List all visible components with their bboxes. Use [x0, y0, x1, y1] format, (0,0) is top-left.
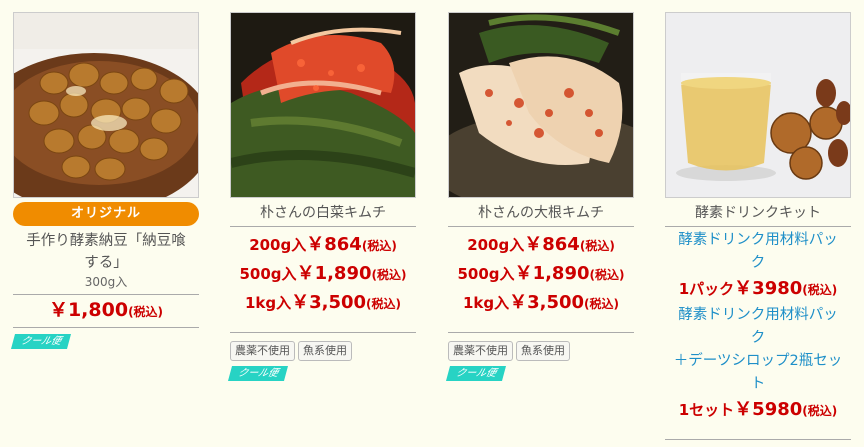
price-line-1set: 1セット￥5980(税込): [678, 399, 838, 420]
product-card-radish-kimchi: 朴さんの大根キムチ 200g入￥864(税込) 500g入￥1,890(税込) …: [445, 12, 634, 381]
tag-list: 農薬不使用 魚系使用: [448, 339, 634, 361]
option-link-material-pack[interactable]: 酵素ドリンク用材料パッ ク: [665, 227, 851, 275]
cool-delivery-badge: クール便: [10, 334, 72, 349]
divider: [13, 327, 199, 328]
price-line-1kg: 1kg入￥3,500(税込): [244, 292, 402, 313]
option-link-material-pack-with-dates[interactable]: 酵素ドリンク用材料パッ ク ＋デーツシロップ2瓶セッ ト: [665, 304, 851, 396]
cool-delivery-badge: クール便: [227, 366, 289, 381]
divider: [665, 439, 851, 440]
product-size: 300g入: [84, 275, 128, 289]
tag-fish-based: 魚系使用: [516, 341, 570, 361]
product-card-napa-kimchi: 朴さんの白菜キムチ 200g入￥864(税込) 500g入￥1,890(税込) …: [227, 12, 416, 381]
product-name[interactable]: 朴さんの大根キムチ: [448, 198, 634, 227]
product-price: ￥1,800(税込): [48, 299, 164, 321]
product-name[interactable]: 酵素ドリンクキット: [665, 198, 851, 227]
price-list: 200g入￥864(税込) 500g入￥1,890(税込) 1kg入￥3,500…: [230, 227, 416, 318]
price-line-200g: 200g入￥864(税込): [249, 234, 397, 255]
napa-kimchi-photo[interactable]: [230, 12, 416, 198]
cool-delivery-badge: クール便: [445, 366, 507, 381]
enzyme-drink-photo[interactable]: [665, 12, 851, 198]
price-line-1kg: 1kg入￥3,500(税込): [462, 292, 620, 313]
divider: [230, 332, 416, 333]
original-badge: オリジナル: [13, 202, 199, 226]
product-card-natto: オリジナル 手作り酵素納豆「納豆喰 する」 300g入 ￥1,800(税込) ク…: [10, 12, 199, 349]
radish-kimchi-photo[interactable]: [448, 12, 634, 198]
price-line-500g: 500g入￥1,890(税込): [457, 263, 625, 284]
product-name[interactable]: 手作り酵素納豆「納豆喰 する」: [13, 226, 199, 274]
price-line-1pack: 1パック￥3980(税込): [678, 278, 838, 299]
tag-fish-based: 魚系使用: [298, 341, 352, 361]
divider: [448, 332, 634, 333]
tag-pesticide-free: 農薬不使用: [448, 341, 513, 361]
price-list: 200g入￥864(税込) 500g入￥1,890(税込) 1kg入￥3,500…: [448, 227, 634, 318]
price-line-200g: 200g入￥864(税込): [467, 234, 615, 255]
price-line-500g: 500g入￥1,890(税込): [239, 263, 407, 284]
product-card-enzyme-drink-kit: 酵素ドリンクキット 酵素ドリンク用材料パッ ク 1パック￥3980(税込) 酵素…: [665, 12, 851, 440]
natto-photo[interactable]: [13, 12, 199, 198]
tag-pesticide-free: 農薬不使用: [230, 341, 295, 361]
product-name[interactable]: 朴さんの白菜キムチ: [230, 198, 416, 227]
tag-list: 農薬不使用 魚系使用: [230, 339, 416, 361]
